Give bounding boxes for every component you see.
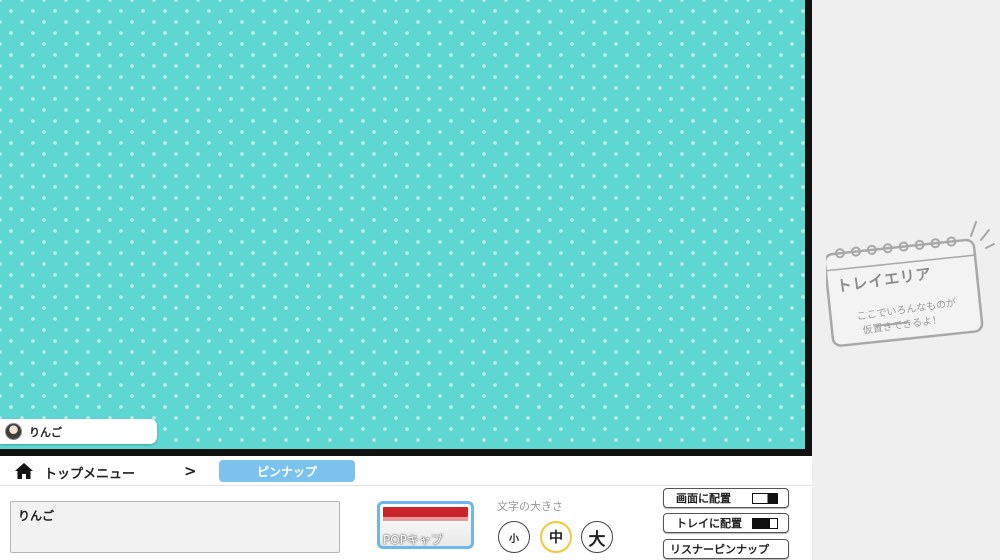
style-button-label: POPキャプ xyxy=(383,533,443,547)
breadcrumb-top-menu[interactable]: トップメニュー xyxy=(44,463,135,482)
style-preview-band-shadow xyxy=(383,517,468,521)
style-preview-band xyxy=(383,507,468,517)
controls-panel: りんご POPキャプ 文字の大きさ 小 中 大 画面に配置 トレイに配置 リスナ… xyxy=(0,486,812,560)
text-input[interactable]: りんご xyxy=(10,501,340,553)
tray-icon xyxy=(752,518,778,529)
screen-icon xyxy=(752,493,778,504)
place-on-screen-label: 画面に配置 xyxy=(676,492,731,505)
chevron-right-icon: > xyxy=(184,462,197,480)
size-large-button[interactable]: 大 xyxy=(581,521,613,553)
place-in-tray-button[interactable]: トレイに配置 xyxy=(663,513,789,533)
home-icon[interactable] xyxy=(14,462,34,480)
avatar-icon xyxy=(5,423,22,440)
place-on-screen-button[interactable]: 画面に配置 xyxy=(663,488,789,508)
size-medium-button[interactable]: 中 xyxy=(540,521,572,553)
listener-pinup-label: リスナーピンナップ xyxy=(670,543,769,556)
breadcrumb-current-pinup: ピンナップ xyxy=(219,460,355,482)
canvas-stage[interactable]: りんご xyxy=(0,0,812,456)
text-size-label: 文字の大きさ xyxy=(497,500,563,513)
pop-caption-style-button[interactable]: POPキャプ xyxy=(377,501,474,549)
tray-area[interactable]: トレイエリア ここでいろんなものが 仮置きできるよ！ xyxy=(812,0,1000,560)
place-in-tray-label: トレイに配置 xyxy=(676,517,742,530)
size-small-button[interactable]: 小 xyxy=(498,521,530,553)
breadcrumb: トップメニュー > ピンナップ xyxy=(0,456,812,486)
listener-pinup-button[interactable]: リスナーピンナップ xyxy=(663,539,789,559)
user-name-label: りんご xyxy=(29,425,62,439)
user-name-tag[interactable]: りんご xyxy=(0,419,157,444)
notepad-icon: トレイエリア ここでいろんなものが 仮置きできるよ！ xyxy=(823,218,996,348)
